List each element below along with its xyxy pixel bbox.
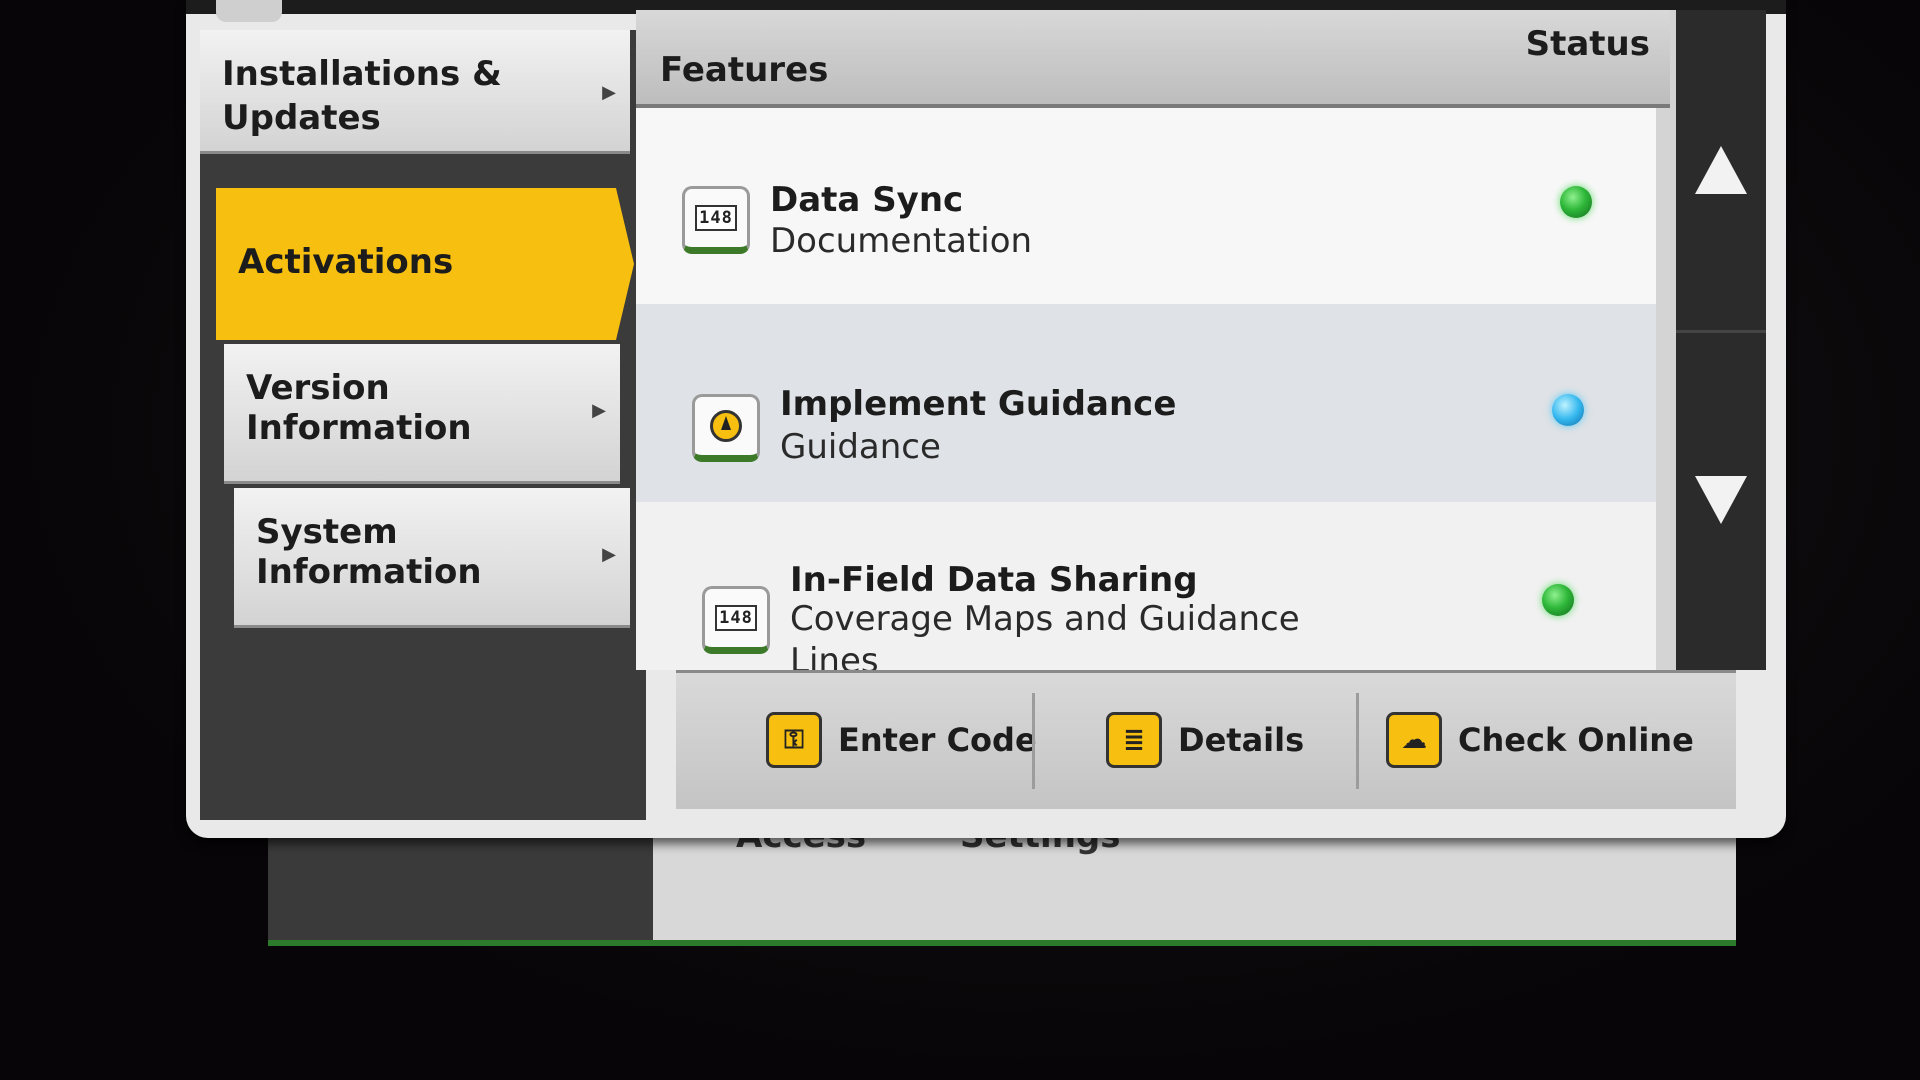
- action-divider: [1032, 693, 1035, 789]
- counter-icon-digits: 148: [715, 605, 757, 631]
- feature-title: Data Sync: [770, 180, 964, 220]
- status-indicator-green: [1542, 584, 1574, 616]
- counter-icon: 148: [702, 586, 770, 654]
- status-column-header: Status: [1525, 24, 1650, 64]
- enter-code-button[interactable]: ⚿ Enter Code: [766, 707, 1037, 773]
- menu-icon[interactable]: [216, 0, 282, 22]
- sidebar-item-label: System: [256, 512, 398, 552]
- compass-icon-needle: [710, 410, 742, 442]
- status-indicator-green: [1560, 186, 1592, 218]
- features-header: Features Status: [636, 10, 1670, 108]
- activations-dialog: Installations & Updates ▶ Activations Ve…: [186, 0, 1786, 838]
- feature-title: In-Field Data Sharing: [790, 560, 1198, 600]
- document-icon: ≣: [1106, 712, 1162, 768]
- feature-subtitle: Guidance: [780, 427, 941, 467]
- details-label: Details: [1178, 721, 1305, 759]
- scroll-down-button[interactable]: [1676, 340, 1766, 660]
- sidebar-nav: Installations & Updates ▶ Activations Ve…: [200, 30, 646, 820]
- action-divider: [1356, 693, 1359, 789]
- sidebar-item-label-line2: Information: [246, 408, 472, 448]
- chevron-right-icon: ▶: [592, 400, 606, 421]
- feature-row-implement-guidance[interactable]: Implement Guidance Guidance: [636, 304, 1656, 502]
- sidebar-item-installations-updates[interactable]: Installations & Updates ▶: [200, 30, 630, 154]
- sidebar-item-activations[interactable]: Activations: [216, 188, 634, 340]
- check-online-button[interactable]: ☁ Check Online: [1386, 707, 1694, 773]
- key-icon: ⚿: [766, 712, 822, 768]
- scrollbar[interactable]: [1676, 10, 1766, 670]
- status-indicator-blue: [1552, 394, 1584, 426]
- chevron-right-icon: ▶: [602, 82, 616, 103]
- sidebar-item-label: Installations &: [222, 54, 502, 94]
- compass-icon: [692, 394, 760, 462]
- sidebar-item-version-information[interactable]: Version Information ▶: [224, 344, 620, 484]
- sidebar-item-label-line2: Updates: [222, 98, 381, 138]
- sidebar-item-label: Activations: [238, 242, 454, 282]
- feature-subtitle: Documentation: [770, 221, 1033, 261]
- sidebar-item-label: Version: [246, 368, 390, 408]
- action-bar: ⚿ Enter Code ≣ Details ☁ Check Online: [676, 670, 1736, 809]
- details-button[interactable]: ≣ Details: [1106, 707, 1304, 773]
- chevron-right-icon: ▶: [602, 544, 616, 565]
- scroll-up-button[interactable]: [1676, 10, 1766, 333]
- features-column-header: Features: [660, 50, 829, 90]
- sidebar-item-label-line2: Information: [256, 552, 482, 592]
- arrow-down-icon: [1695, 476, 1747, 524]
- counter-icon: 148: [682, 186, 750, 254]
- cloud-download-icon: ☁: [1386, 712, 1442, 768]
- features-panel: Features Status 148 Data Sync Documentat…: [636, 10, 1686, 681]
- enter-code-label: Enter Code: [838, 721, 1037, 759]
- sidebar-item-system-information[interactable]: System Information ▶: [234, 488, 630, 628]
- check-online-label: Check Online: [1458, 721, 1694, 759]
- feature-row-data-sync[interactable]: 148 Data Sync Documentation: [636, 108, 1656, 304]
- counter-icon-digits: 148: [695, 205, 737, 231]
- arrow-up-icon: [1695, 146, 1747, 194]
- feature-row-in-field-data-sharing[interactable]: 148 In-Field Data Sharing Coverage Maps …: [636, 502, 1656, 681]
- feature-title: Implement Guidance: [780, 384, 1177, 424]
